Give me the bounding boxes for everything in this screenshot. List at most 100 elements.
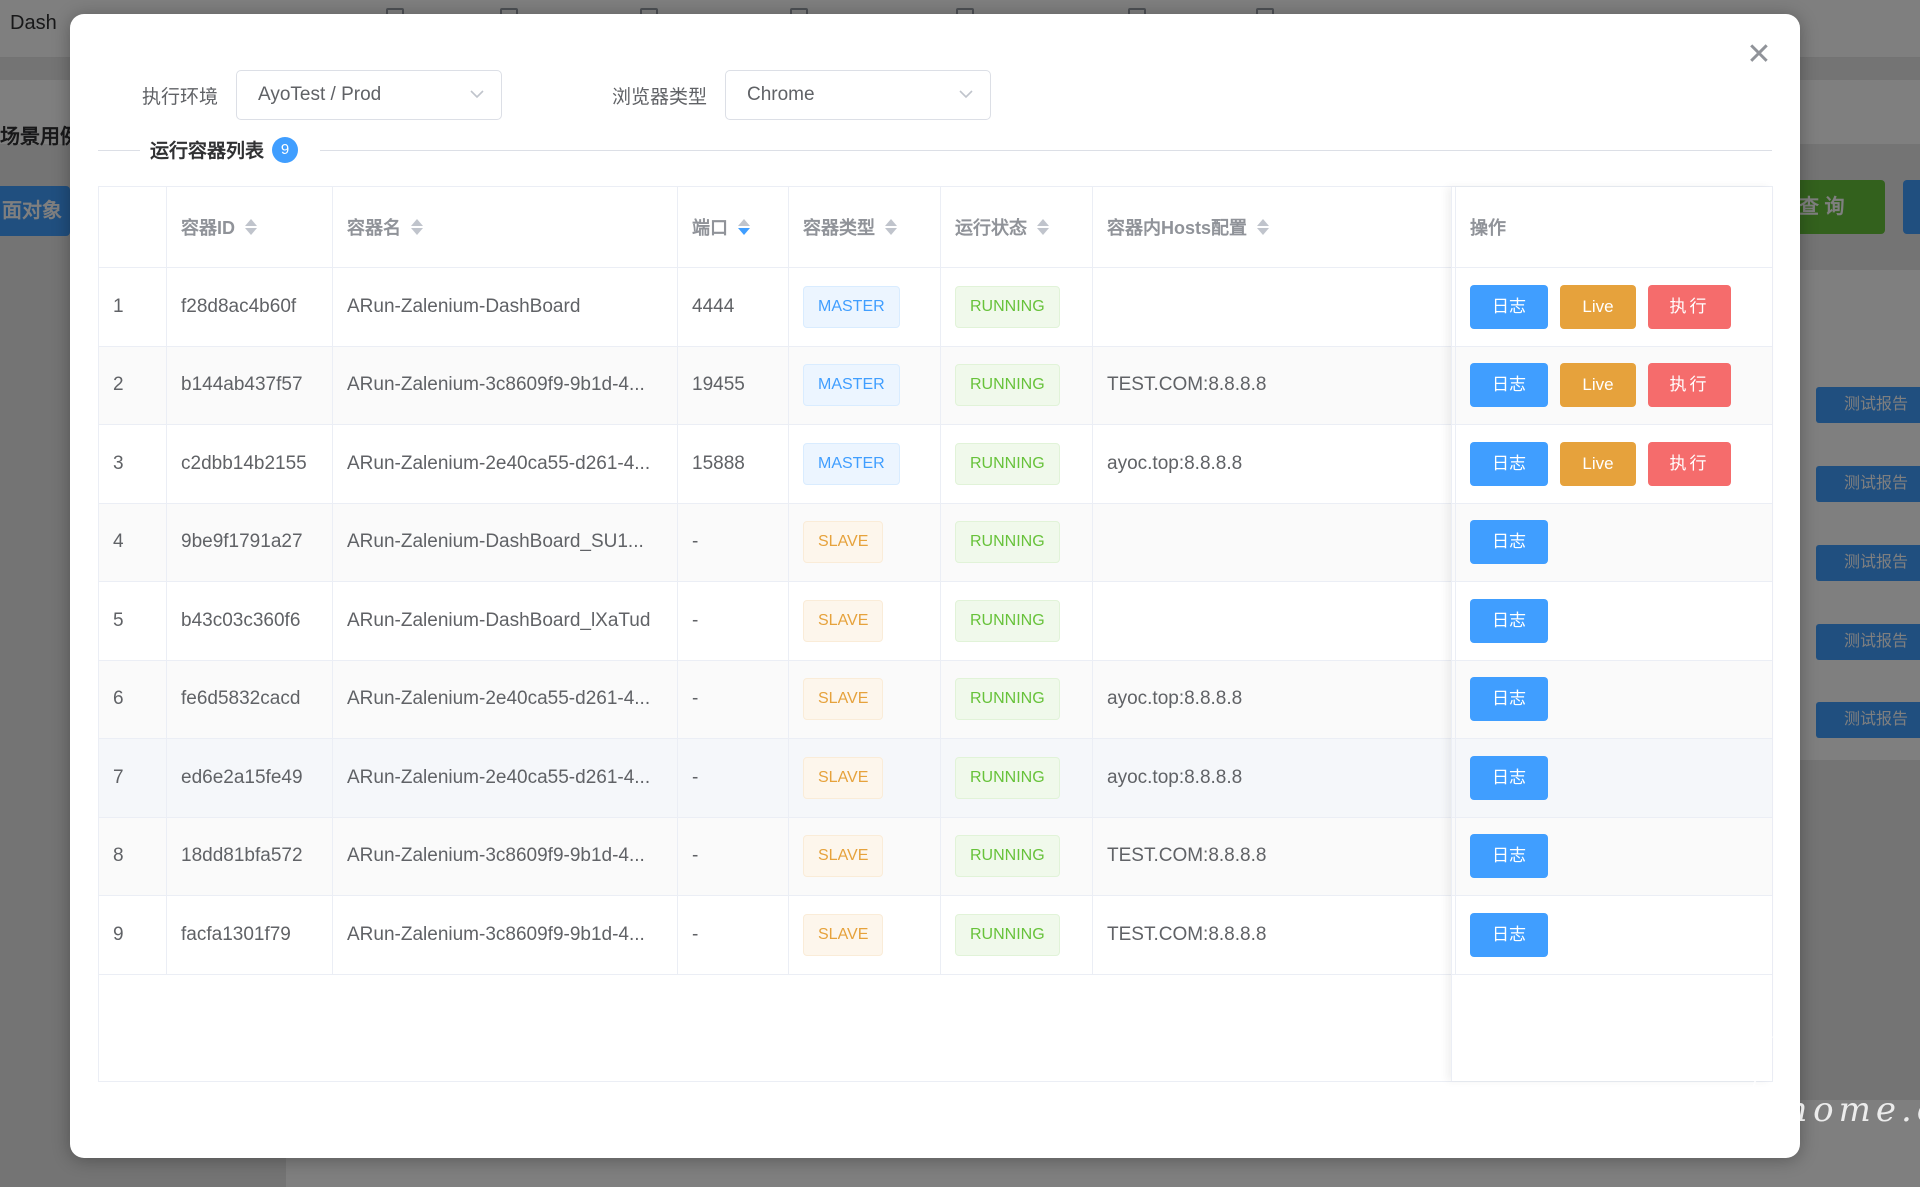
port-cell: - — [678, 739, 789, 817]
index-cell: 8 — [99, 817, 167, 895]
sort-up-icon[interactable] — [245, 219, 257, 226]
hosts-cell — [1093, 582, 1456, 660]
index-cell: 5 — [99, 582, 167, 660]
container-id-cell: c2dbb14b2155 — [167, 425, 333, 503]
log-button[interactable]: 日志 — [1470, 441, 1548, 486]
header-cell[interactable]: 端口 — [678, 187, 789, 267]
header-cell[interactable]: 容器ID — [167, 187, 333, 267]
sort-up-icon[interactable] — [1037, 219, 1049, 226]
log-button[interactable]: 日志 — [1470, 284, 1548, 329]
port-cell: - — [678, 896, 789, 974]
status-tag: RUNNING — [955, 364, 1060, 407]
env-select[interactable]: AyoTest / Prod — [236, 70, 502, 120]
container-id-text: fe6d5832cacd — [181, 688, 301, 710]
status-tag: RUNNING — [955, 442, 1060, 485]
container-type-tag: SLAVE — [803, 678, 884, 721]
hosts-cell: ayoc.top:8.8.8.8 — [1093, 739, 1456, 817]
sort-caret-icon[interactable] — [738, 218, 750, 236]
section-title-text: 运行容器列表 — [150, 141, 265, 162]
sort-caret-icon[interactable] — [885, 218, 897, 236]
container-id-text: 9be9f1791a27 — [181, 531, 303, 553]
port-cell: - — [678, 503, 789, 581]
sort-caret-icon[interactable] — [245, 218, 257, 236]
browser-select-value: Chrome — [747, 84, 815, 105]
sort-caret-icon[interactable] — [411, 218, 423, 236]
container-name-cell: ARun-Zalenium-DashBoard_lXaTud — [333, 582, 678, 660]
type-cell: SLAVE — [789, 896, 941, 974]
index-text: 5 — [113, 609, 124, 631]
live-button[interactable]: Live — [1560, 441, 1636, 486]
index-text: 2 — [113, 374, 124, 396]
header-cell[interactable]: 容器内Hosts配置 — [1093, 187, 1456, 267]
log-button[interactable]: 日志 — [1470, 912, 1548, 957]
hosts-cell: TEST.COM:8.8.8.8 — [1093, 896, 1456, 974]
status-tag: RUNNING — [955, 835, 1060, 878]
hosts-text: TEST.COM:8.8.8.8 — [1107, 923, 1267, 945]
live-button[interactable]: Live — [1560, 363, 1636, 408]
status-cell: RUNNING — [941, 346, 1093, 424]
live-button[interactable]: Live — [1560, 284, 1636, 329]
type-cell: SLAVE — [789, 817, 941, 895]
table-row[interactable]: 6 fe6d5832cacd ARun-Zalenium-2e40ca55-d261… — [99, 660, 1772, 739]
status-cell: RUNNING — [941, 268, 1093, 346]
log-button[interactable]: 日志 — [1470, 755, 1548, 800]
type-cell: SLAVE — [789, 582, 941, 660]
table-row[interactable]: 4 9be9f1791a27 ARun-Zalenium-DashBoard_SU1… — [99, 503, 1772, 582]
header-cell[interactable]: 容器名 — [333, 187, 678, 267]
header-cell[interactable]: 容器类型 — [789, 187, 941, 267]
browser-select[interactable]: Chrome — [725, 70, 991, 120]
container-type-tag: MASTER — [803, 442, 900, 485]
index-text: 6 — [113, 688, 124, 710]
type-cell: MASTER — [789, 425, 941, 503]
index-text: 9 — [113, 923, 124, 945]
sort-down-icon[interactable] — [1037, 228, 1049, 235]
container-type-tag: SLAVE — [803, 835, 884, 878]
sort-up-icon[interactable] — [1257, 219, 1270, 226]
sort-up-icon[interactable] — [411, 219, 423, 226]
table-row[interactable]: 5 b43c03c360f6 ARun-Zalenium-DashBoard_lXa… — [99, 582, 1772, 661]
sort-up-icon[interactable] — [738, 219, 750, 226]
container-type-tag: SLAVE — [803, 521, 884, 564]
sort-down-icon[interactable] — [885, 228, 897, 235]
log-button[interactable]: 日志 — [1470, 520, 1548, 565]
index-cell: 4 — [99, 503, 167, 581]
log-button[interactable]: 日志 — [1470, 598, 1548, 643]
table-row[interactable]: 7 ed6e2a15fe49 ARun-Zalenium-2e40ca55-d261… — [99, 739, 1772, 818]
execute-button[interactable]: 执行 — [1648, 284, 1731, 329]
table-empty-area — [99, 975, 1772, 1082]
hosts-text: TEST.COM:8.8.8.8 — [1107, 845, 1267, 867]
header-label: 端口 — [692, 218, 728, 238]
log-button[interactable]: 日志 — [1470, 834, 1548, 879]
container-name-text: ARun-Zalenium-DashBoard_lXaTud — [347, 609, 651, 631]
sort-down-icon[interactable] — [738, 228, 750, 235]
container-name-cell: ARun-Zalenium-DashBoard — [333, 268, 678, 346]
table-row[interactable]: 9 facfa1301f79 ARun-Zalenium-3c8609f9-9b1d… — [99, 896, 1772, 975]
port-cell: 15888 — [678, 425, 789, 503]
status-cell: RUNNING — [941, 739, 1093, 817]
type-cell: MASTER — [789, 346, 941, 424]
close-icon[interactable]: ✕ — [1744, 40, 1774, 70]
sort-up-icon[interactable] — [885, 219, 897, 226]
log-button[interactable]: 日志 — [1470, 677, 1548, 722]
actions-cell: 日志 — [1456, 739, 1772, 817]
container-name-text: ARun-Zalenium-2e40ca55-d261-4... — [347, 688, 651, 710]
table-row[interactable]: 2 b144ab437f57 ARun-Zalenium-3c8609f9-9b1d… — [99, 346, 1772, 425]
sort-caret-icon[interactable] — [1257, 218, 1270, 236]
sort-down-icon[interactable] — [411, 228, 423, 235]
table-row[interactable]: 1 f28d8ac4b60f ARun-Zalenium-DashBoard 4444… — [99, 268, 1772, 347]
sort-down-icon[interactable] — [245, 228, 257, 235]
hosts-cell — [1093, 503, 1456, 581]
port-text: - — [692, 531, 699, 553]
table-row[interactable]: 8 18dd81bfa572 ARun-Zalenium-3c8609f9-9b1d… — [99, 817, 1772, 896]
sort-caret-icon[interactable] — [1037, 218, 1049, 236]
header-cell[interactable]: 运行状态 — [941, 187, 1093, 267]
log-button[interactable]: 日志 — [1470, 363, 1548, 408]
table-row[interactable]: 3 c2dbb14b2155 ARun-Zalenium-2e40ca55-d261… — [99, 425, 1772, 504]
index-text: 3 — [113, 452, 124, 474]
execute-button[interactable]: 执行 — [1648, 441, 1731, 486]
sort-down-icon[interactable] — [1257, 228, 1270, 235]
container-id-text: b43c03c360f6 — [181, 609, 301, 631]
actions-cell: 日志 — [1456, 504, 1772, 582]
execute-button[interactable]: 执行 — [1648, 363, 1731, 408]
container-name-cell: ARun-Zalenium-3c8609f9-9b1d-4... — [333, 896, 678, 974]
